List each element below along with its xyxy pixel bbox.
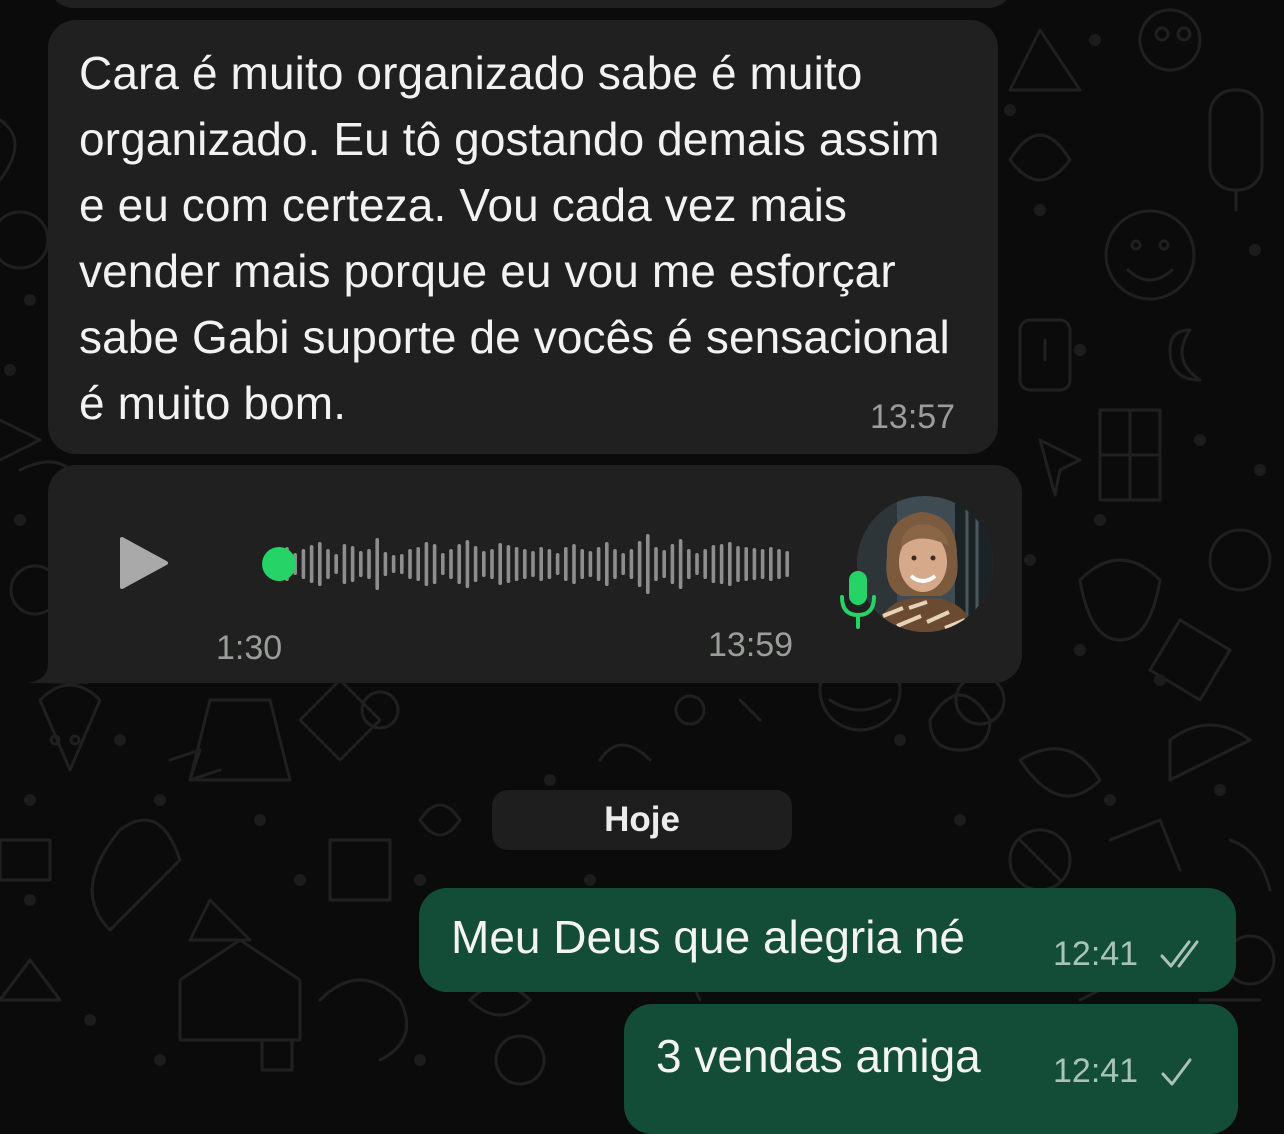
waveform-bar: [449, 549, 453, 579]
waveform-bar: [580, 549, 584, 579]
waveform-bar: [539, 547, 543, 581]
waveform-bar: [769, 547, 773, 581]
waveform-bar: [326, 549, 330, 579]
waveform-bar: [678, 539, 683, 589]
voice-waveform[interactable]: [213, 528, 793, 600]
incoming-message-bubble[interactable]: Cara é muito organizado sabe é muito org…: [48, 20, 998, 454]
incoming-message-text: Cara é muito organizado sabe é muito org…: [79, 47, 950, 429]
waveform-bar: [752, 548, 757, 580]
waveform-bar: [719, 544, 724, 584]
waveform-bar: [637, 541, 642, 587]
waveform-bar: [342, 544, 347, 584]
waveform-bar: [465, 540, 470, 588]
incoming-message-time: 13:57: [870, 398, 956, 436]
waveform-bar: [588, 551, 593, 577]
waveform-bar: [736, 546, 740, 582]
waveform-bar: [318, 542, 322, 586]
waveform-bar: [424, 542, 429, 586]
waveform-bar: [441, 553, 445, 575]
double-check-icon: [1160, 940, 1199, 968]
outgoing-message-time: 12:41: [1053, 1052, 1139, 1090]
waveform-bar: [416, 547, 420, 581]
waveform-bar: [383, 552, 388, 576]
check-icon: [1161, 1058, 1192, 1086]
waveform-bar: [605, 542, 609, 586]
waveform-bar: [482, 551, 486, 577]
waveform-bar: [334, 554, 338, 574]
outgoing-message-bubble[interactable]: Meu Deus que alegria né 12:41: [419, 888, 1236, 992]
waveform-bar: [670, 544, 675, 584]
waveform-bar: [367, 549, 371, 579]
waveform-bar: [728, 542, 732, 586]
waveform-bar: [555, 553, 560, 575]
playback-scrubber[interactable]: [262, 547, 296, 581]
microphone-icon: [840, 571, 876, 629]
waveform-bar: [473, 546, 478, 582]
outgoing-message-text: Meu Deus que alegria né: [451, 911, 965, 963]
waveform-bar: [662, 550, 666, 578]
waveform-bar: [523, 549, 527, 579]
waveform-bar: [703, 549, 707, 579]
waveform-bar: [408, 549, 412, 579]
waveform-bar: [629, 549, 634, 579]
waveform-bar: [785, 551, 789, 577]
previous-message-bubble: [48, 0, 1014, 8]
waveform-bar: [375, 538, 379, 590]
outgoing-message-time: 12:41: [1053, 935, 1139, 973]
date-separator: Hoje: [492, 790, 792, 850]
waveform-bar: [391, 555, 396, 573]
voice-message-time: 13:59: [708, 626, 794, 664]
waveform-bar: [654, 547, 658, 581]
waveform-bar: [301, 549, 306, 579]
waveform-bar: [498, 543, 502, 585]
waveform-bar: [646, 534, 650, 594]
waveform-bar: [695, 553, 699, 575]
waveform-bar: [490, 549, 494, 579]
waveform-bar: [621, 553, 625, 575]
waveform-bar: [309, 545, 314, 583]
waveform-bar: [359, 551, 363, 577]
waveform-bar: [564, 547, 568, 581]
outgoing-message-bubble[interactable]: 3 vendas amiga 12:41: [624, 1004, 1238, 1134]
waveform-bar: [547, 549, 552, 579]
waveform-bar: [457, 544, 461, 584]
voice-duration: 1:30: [216, 629, 283, 667]
waveform-bar: [506, 545, 511, 583]
waveform-bar: [350, 546, 355, 582]
waveform-bar: [687, 549, 691, 579]
waveform-bar: [744, 547, 748, 581]
waveform-bar: [613, 549, 617, 579]
waveform-bar: [711, 545, 716, 583]
voice-message-bubble[interactable]: 1:30 13:59: [48, 465, 1022, 683]
waveform-bar: [400, 554, 404, 574]
waveform-bar: [514, 547, 519, 581]
waveform-bar: [572, 544, 576, 584]
waveform-bar: [596, 547, 601, 581]
waveform-bar: [777, 549, 781, 579]
play-icon[interactable]: [118, 535, 170, 591]
waveform-bar: [760, 549, 765, 579]
waveform-bar: [531, 551, 535, 577]
waveform-bar: [432, 544, 437, 584]
outgoing-message-text: 3 vendas amiga: [656, 1030, 981, 1082]
